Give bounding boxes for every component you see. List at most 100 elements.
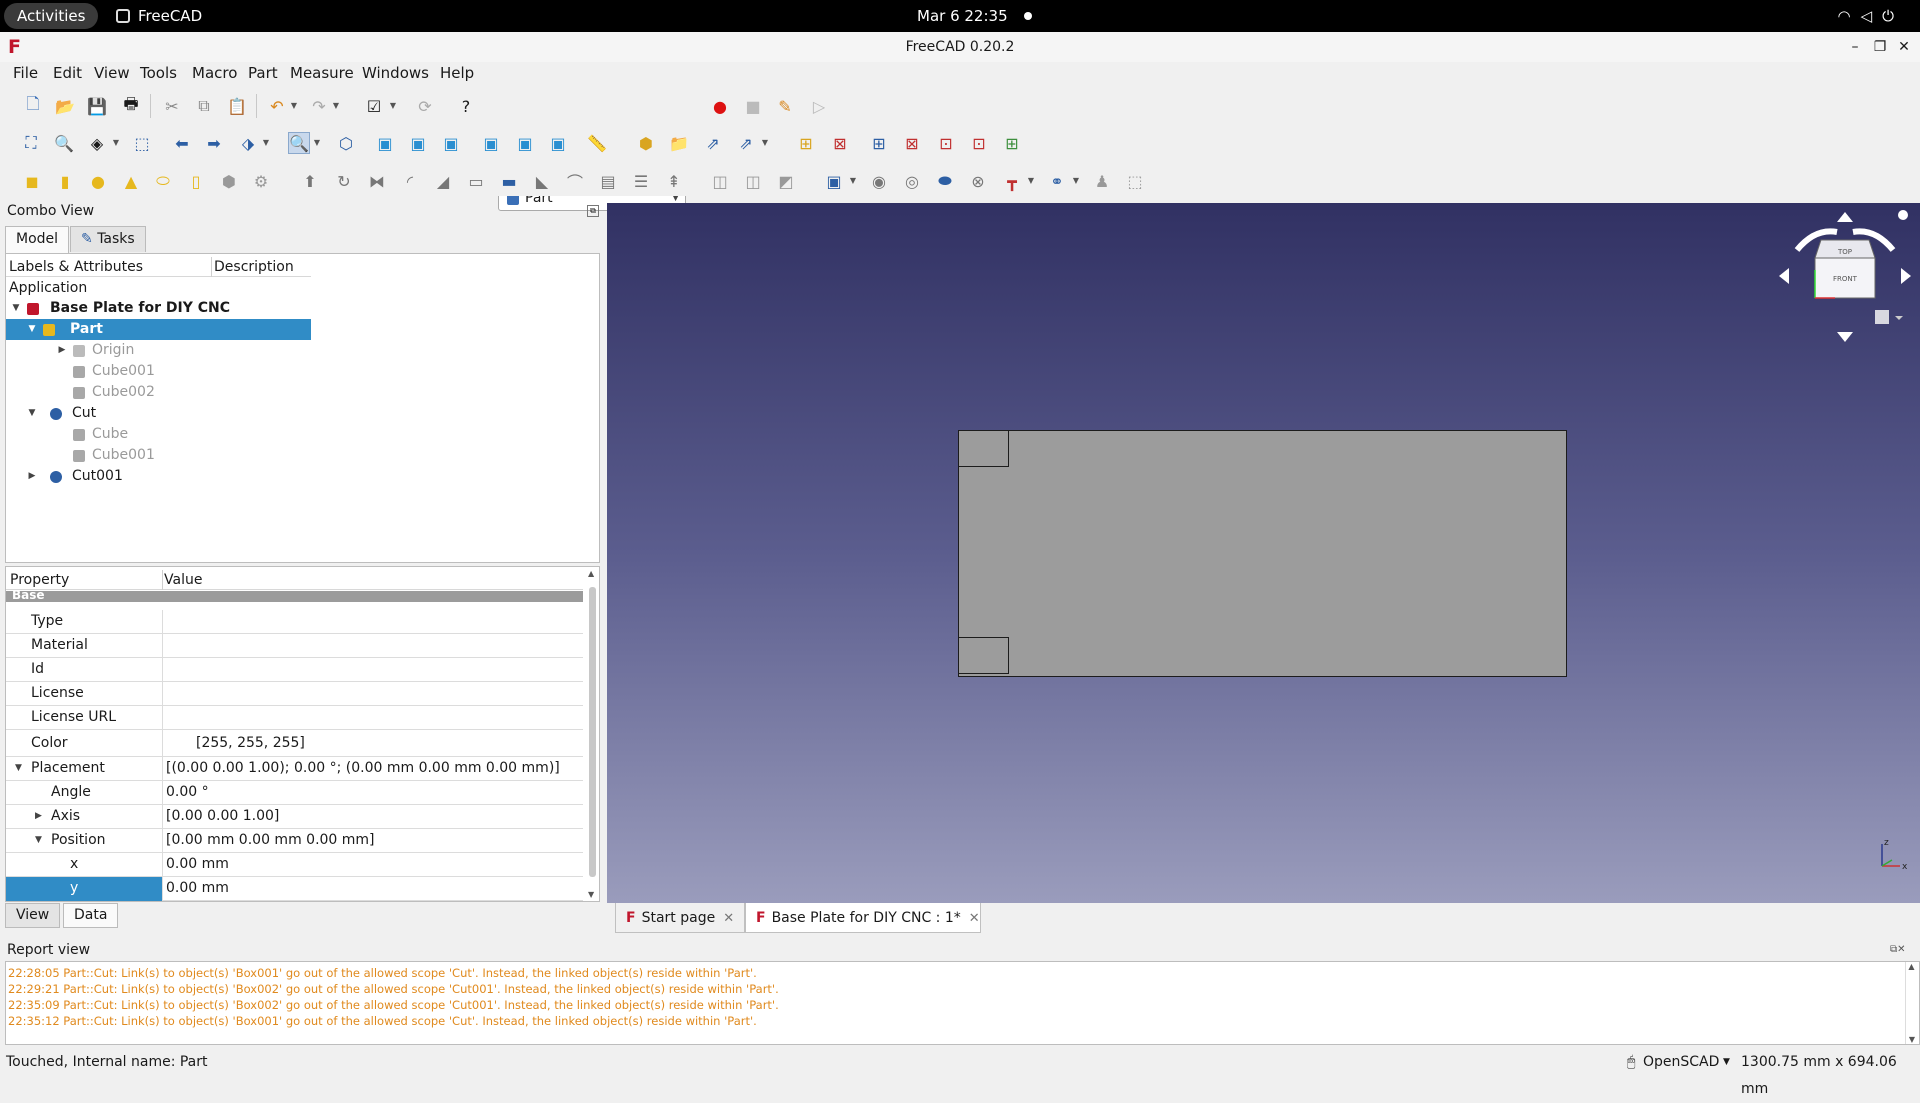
- sync-view-dropdown-icon[interactable]: ▼: [262, 132, 270, 154]
- macro-run-icon[interactable]: ▷: [808, 95, 830, 117]
- forward-arrow-icon[interactable]: ➡: [203, 132, 225, 154]
- tab-tasks[interactable]: ✎ Tasks: [70, 226, 146, 252]
- model-tree[interactable]: Labels & Attributes Description Applicat…: [5, 253, 600, 563]
- report-scrollbar[interactable]: ▲ ▼: [1905, 962, 1917, 1044]
- sweep-icon[interactable]: ⌒: [564, 170, 586, 192]
- property-value[interactable]: [255, 255, 255]: [196, 730, 305, 757]
- macro-record-icon[interactable]: ●: [709, 95, 731, 117]
- menu-part[interactable]: Part: [248, 62, 278, 84]
- menu-help[interactable]: Help: [440, 62, 474, 84]
- menu-windows[interactable]: Windows: [362, 62, 429, 84]
- make-face-icon[interactable]: ▭: [465, 170, 487, 192]
- tree-item-document[interactable]: ▼ Base Plate for DIY CNC: [6, 298, 311, 319]
- property-group-base[interactable]: Base: [6, 591, 583, 602]
- collapse-arrow-icon[interactable]: ▼: [26, 319, 38, 340]
- split-dropdown-icon[interactable]: ▼: [1072, 170, 1080, 192]
- primitives-icon[interactable]: ⬢: [218, 170, 240, 192]
- collapse-arrow-icon[interactable]: ▼: [26, 403, 38, 424]
- tab-data[interactable]: Data: [63, 903, 119, 928]
- rear-view-icon[interactable]: ▣: [480, 132, 502, 154]
- redo-icon[interactable]: ↷: [308, 95, 330, 117]
- activities-button[interactable]: Activities: [4, 3, 99, 29]
- sphere-icon[interactable]: ●: [87, 170, 109, 192]
- link-actions-icon[interactable]: ⇗: [735, 132, 757, 154]
- property-row-position[interactable]: ▼ Position [0.00 mm 0.00 mm 0.00 mm]: [6, 829, 583, 853]
- link-dropdown-icon[interactable]: ▼: [761, 132, 769, 154]
- property-row-angle[interactable]: Angle 0.00 °: [6, 781, 583, 805]
- menu-edit[interactable]: Edit: [53, 62, 82, 84]
- cut-boolean-icon[interactable]: ◎: [901, 170, 923, 192]
- bounding-box-icon[interactable]: ⬚: [131, 132, 153, 154]
- fit-selection-icon[interactable]: 🔍: [53, 132, 75, 154]
- navigation-style[interactable]: OpenSCAD: [1643, 1049, 1719, 1076]
- refresh-check-icon[interactable]: ☑: [363, 95, 385, 117]
- app-menu[interactable]: FreeCAD: [116, 0, 202, 32]
- tree-item-cut[interactable]: ▼ Cut: [6, 403, 311, 424]
- tab-base-plate[interactable]: F Base Plate for DIY CNC : 1* ✕: [745, 903, 981, 933]
- tree-item-origin[interactable]: ▶ Origin: [6, 340, 311, 361]
- open-icon[interactable]: 📂: [54, 95, 76, 117]
- navigation-style-dropdown-icon[interactable]: ▼: [1723, 1049, 1730, 1076]
- view-menu-cube-icon[interactable]: [1875, 310, 1889, 324]
- minimize-icon[interactable]: –: [1844, 32, 1866, 62]
- property-header-value[interactable]: Value: [164, 570, 202, 590]
- section-icon[interactable]: ▤: [597, 170, 619, 192]
- measure-toggle-all-icon[interactable]: ⊡: [935, 132, 957, 154]
- tree-item-cube001-b[interactable]: Cube001: [6, 445, 311, 466]
- close-window-icon[interactable]: ✕: [1893, 32, 1915, 62]
- common-icon[interactable]: ⊗: [967, 170, 989, 192]
- property-value[interactable]: [0.00 0.00 1.00]: [166, 805, 279, 828]
- tab-view[interactable]: View: [5, 903, 61, 928]
- navigation-cube[interactable]: TOP FRONT: [1775, 210, 1915, 350]
- property-value[interactable]: 0.00 mm: [166, 877, 229, 900]
- measure-toggle-3d-icon[interactable]: ⊡: [968, 132, 990, 154]
- ruled-surface-icon[interactable]: ▬: [498, 170, 520, 192]
- property-row[interactable]: Type: [6, 610, 583, 634]
- scroll-down-icon[interactable]: ▼: [588, 890, 594, 899]
- property-value[interactable]: [0.00 mm 0.00 mm 0.00 mm]: [166, 829, 375, 852]
- shape-icon[interactable]: ◩: [775, 170, 797, 192]
- close-tab-icon[interactable]: ✕: [723, 911, 734, 926]
- draw-style-dropdown-icon[interactable]: ▼: [112, 132, 120, 154]
- maximize-icon[interactable]: ❐: [1869, 32, 1891, 62]
- property-row-y[interactable]: y 0.00 mm: [6, 877, 583, 901]
- measure-distance-icon[interactable]: 📏: [586, 132, 608, 154]
- property-row-color[interactable]: Color [255, 255, 255]: [6, 730, 583, 757]
- tree-header-description[interactable]: Description: [214, 257, 294, 277]
- measure-linear-icon[interactable]: ⊞: [795, 132, 817, 154]
- menu-tools[interactable]: Tools: [140, 62, 177, 84]
- report-view[interactable]: 22:28:05 Part::Cut: Link(s) to object(s)…: [5, 961, 1920, 1045]
- tree-item-cut001[interactable]: ▶ Cut001: [6, 466, 311, 487]
- clock[interactable]: Mar 6 22:35: [917, 0, 1008, 32]
- draw-style-icon[interactable]: ◈: [86, 132, 108, 154]
- collapse-arrow-icon[interactable]: ▼: [15, 757, 22, 780]
- chamfer-icon[interactable]: ◢: [432, 170, 454, 192]
- save-icon[interactable]: 💾: [86, 95, 108, 117]
- offset-icon[interactable]: ⇞: [663, 170, 685, 192]
- tab-start-page[interactable]: F Start page ✕: [615, 903, 745, 933]
- box-icon[interactable]: ◼: [21, 170, 43, 192]
- new-document-icon[interactable]: 🗋: [22, 94, 44, 117]
- property-header-property[interactable]: Property: [10, 570, 69, 590]
- measure-toggle-delta-icon[interactable]: ⊞: [1001, 132, 1023, 154]
- corner-cutout[interactable]: [957, 429, 1009, 467]
- menu-view[interactable]: View: [94, 62, 130, 84]
- std-view-menu-icon[interactable]: 🔍: [288, 132, 310, 154]
- compound-dropdown-icon[interactable]: ▼: [849, 170, 857, 192]
- arrow-up-icon[interactable]: [1837, 212, 1853, 222]
- macro-stop-icon[interactable]: ■: [742, 95, 764, 117]
- fillet-icon[interactable]: ◜: [399, 170, 421, 192]
- left-view-icon[interactable]: ▣: [547, 132, 569, 154]
- view-menu-dot-icon[interactable]: [1898, 210, 1908, 220]
- property-row[interactable]: License URL: [6, 706, 583, 730]
- compound-icon[interactable]: ▣: [823, 170, 845, 192]
- join-features-icon[interactable]: ┳: [1001, 170, 1023, 192]
- split-tools-icon[interactable]: ⚭: [1046, 170, 1068, 192]
- arrow-left-icon[interactable]: [1779, 268, 1789, 284]
- property-value[interactable]: 0.00 °: [166, 781, 209, 804]
- expand-arrow-icon[interactable]: ▶: [35, 805, 42, 828]
- arrow-right-icon[interactable]: [1901, 268, 1911, 284]
- report-view-float-close-icon[interactable]: ⧉✕: [1890, 944, 1906, 955]
- defeaturing-icon[interactable]: ⬚: [1124, 170, 1146, 192]
- sync-view-icon[interactable]: ⬗: [237, 132, 259, 154]
